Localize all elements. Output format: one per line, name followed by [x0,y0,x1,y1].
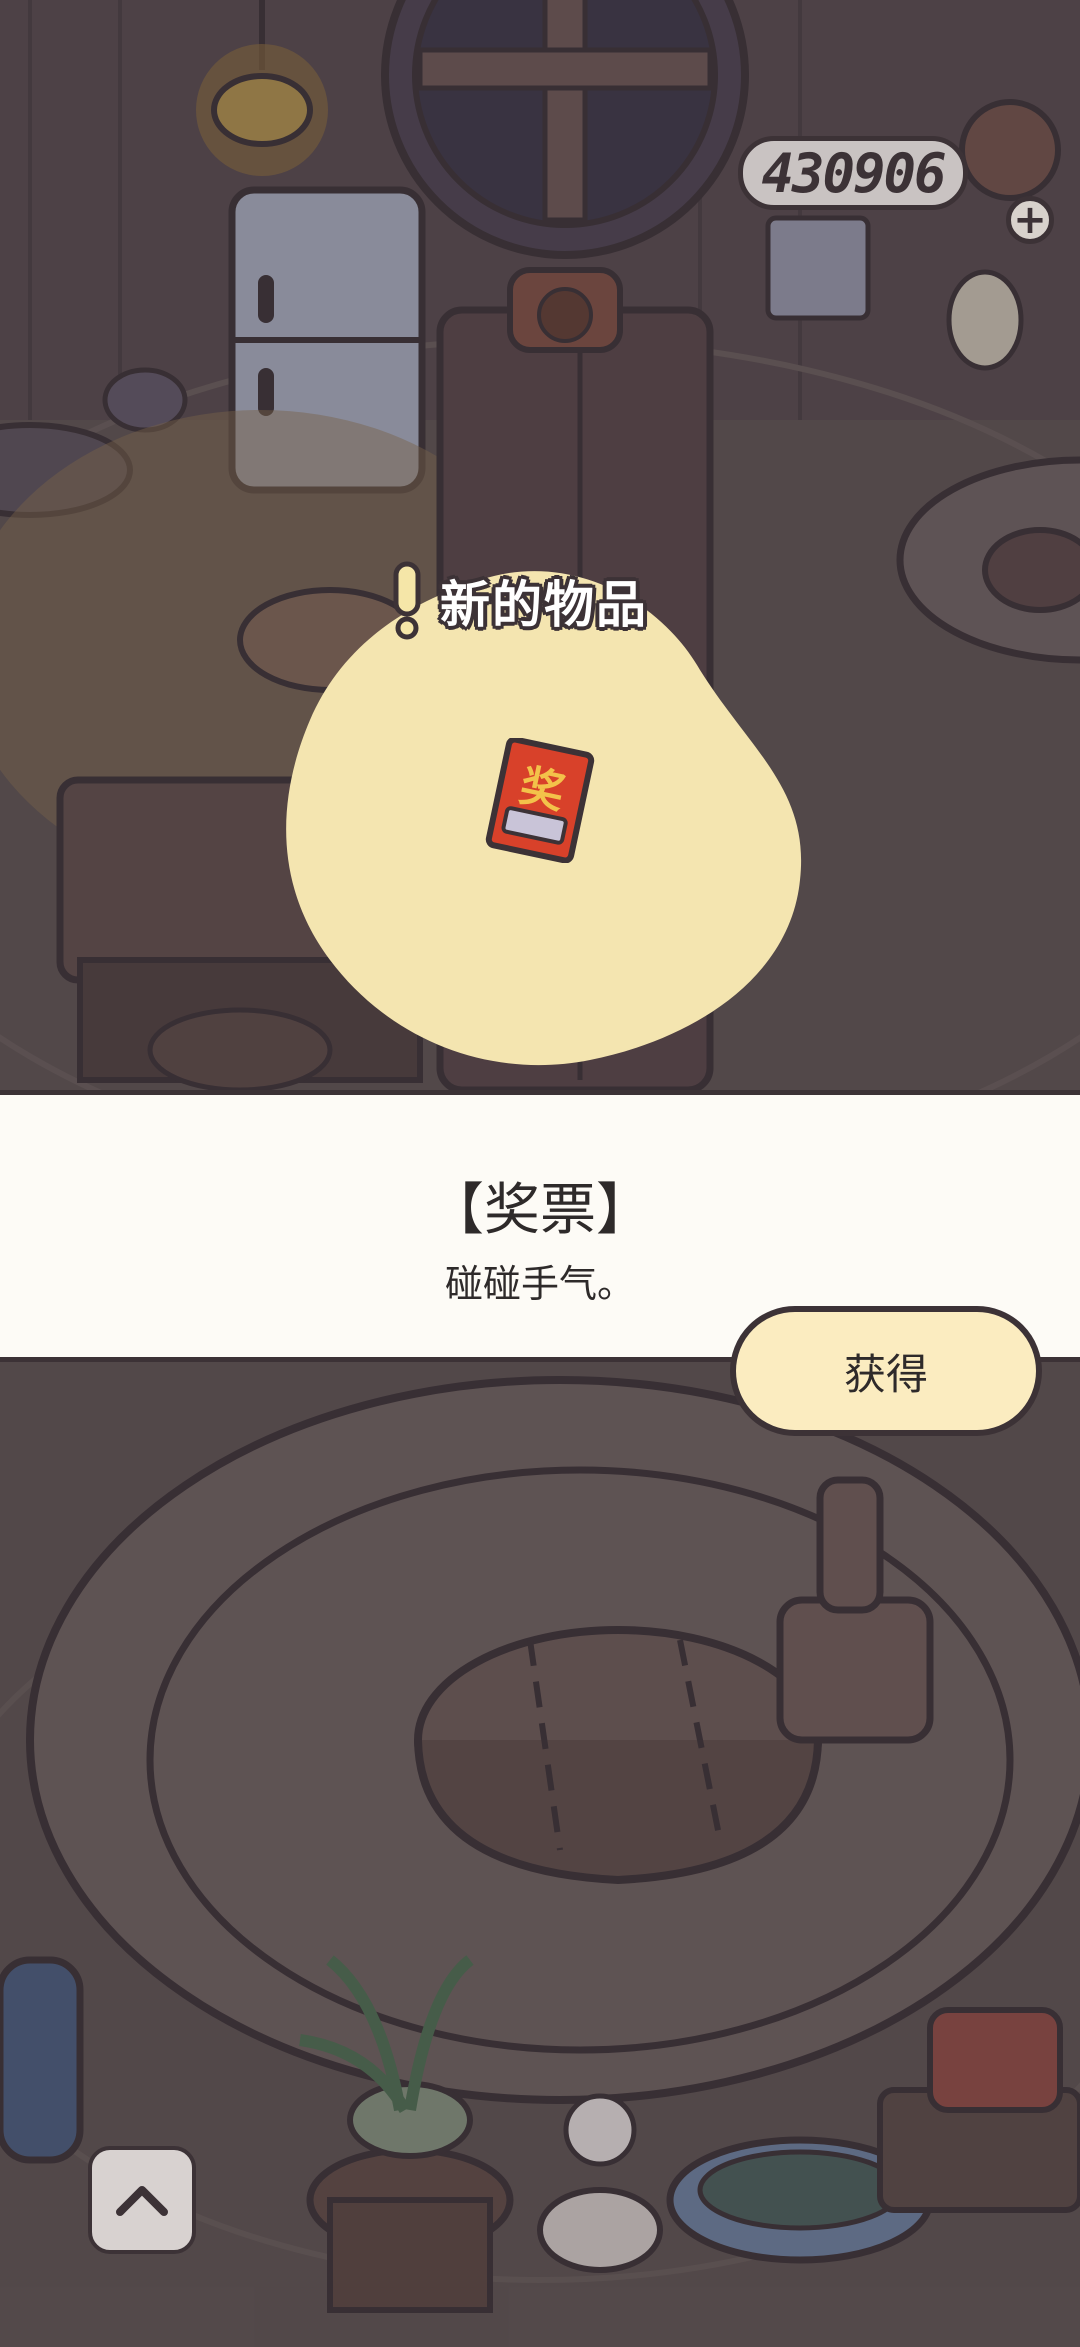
currency-value: 430906 [761,141,946,205]
currency-counter: 430906 [738,136,968,210]
scroll-up-button[interactable] [88,2146,196,2254]
item-description: 碰碰手气。 [444,1262,635,1306]
plus-icon: + [1013,197,1047,243]
exclamation-icon [392,560,421,640]
add-currency-button[interactable]: + [1006,196,1054,244]
new-item-header: 新的物品 [440,576,648,634]
obtain-button[interactable]: 获得 [730,1306,1042,1436]
chevron-up-icon [116,2186,168,2216]
lottery-ticket-icon: 奖 [480,736,600,864]
obtain-label: 获得 [843,1349,928,1399]
item-name: 【奖票】 [428,1178,652,1243]
